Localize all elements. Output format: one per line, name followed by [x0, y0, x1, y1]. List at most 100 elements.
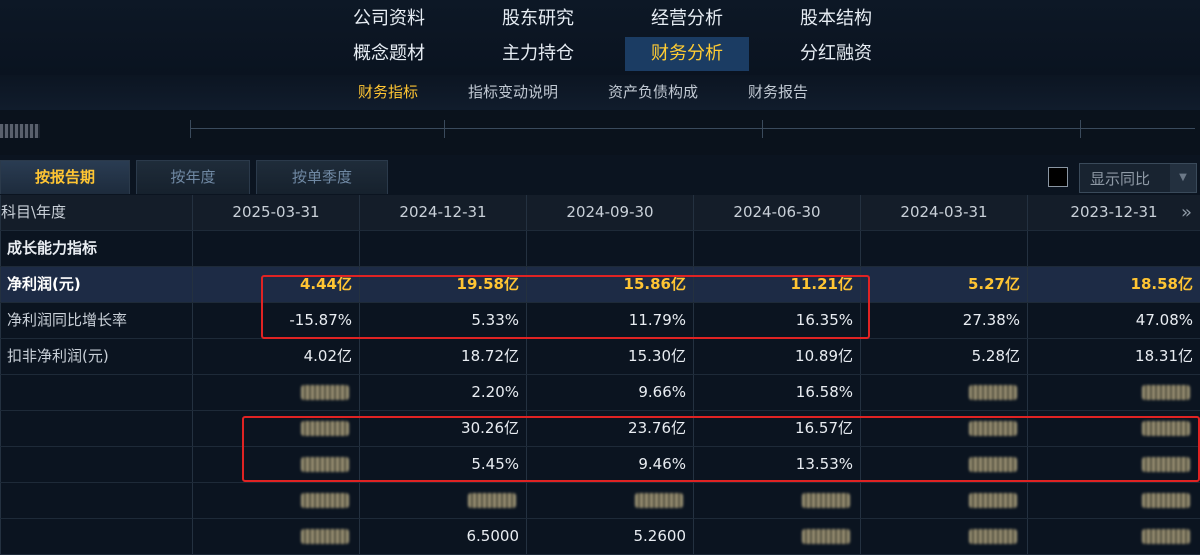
show-yoy-select[interactable]: 显示同比 ▼: [1079, 163, 1197, 193]
blurred-value: [969, 385, 1017, 400]
blurred-value: [301, 529, 349, 544]
divider: [762, 120, 763, 138]
tab-by-report-period[interactable]: 按报告期: [0, 160, 130, 194]
value-cell: [1027, 483, 1200, 518]
value-cell: [693, 483, 860, 518]
section-row: 成长能力指标: [0, 231, 1200, 267]
nav-item[interactable]: 公司资料: [327, 2, 451, 36]
nav-item[interactable]: 股东研究: [476, 2, 600, 36]
table-row: 6.5000 5.2600: [0, 519, 1200, 555]
blurred-value: [1142, 529, 1190, 544]
blurred-value: [468, 493, 516, 508]
section-title: 成长能力指标: [0, 231, 192, 266]
row-label: 扣非净利润(元): [0, 339, 192, 374]
row-label: [0, 375, 192, 410]
tab-by-quarter[interactable]: 按单季度: [256, 160, 388, 194]
row-label: [0, 519, 192, 554]
sub-navigation: 财务指标 指标变动说明 资产负债构成 财务报告: [0, 75, 1200, 110]
value-cell: 4.02亿: [192, 339, 359, 374]
nav-item[interactable]: 财务分析: [625, 37, 749, 71]
value-cell: 18.58亿: [1027, 267, 1200, 302]
nav-item[interactable]: 分红融资: [774, 37, 898, 71]
subnav-item[interactable]: 指标变动说明: [468, 75, 558, 110]
value-cell: 27.38%: [860, 303, 1027, 338]
value-cell: [359, 483, 526, 518]
empty-cell: [526, 231, 693, 266]
nav-item[interactable]: 股本结构: [774, 2, 898, 36]
blurred-value: [635, 493, 683, 508]
value-cell: [860, 519, 1027, 554]
table-row: 扣非净利润(元) 4.02亿 18.72亿 15.30亿 10.89亿 5.28亿 18.3…: [0, 339, 1200, 375]
row-label: [0, 411, 192, 446]
empty-cell: [192, 231, 359, 266]
empty-cell: [693, 231, 860, 266]
empty-cell: [359, 231, 526, 266]
value-cell: 6.5000: [359, 519, 526, 554]
table-row: [0, 483, 1200, 519]
value-cell: 10.89亿: [693, 339, 860, 374]
subnav-item[interactable]: 财务指标: [358, 75, 418, 110]
subnav-item[interactable]: 财务报告: [748, 75, 808, 110]
show-yoy-label: 显示同比: [1090, 170, 1151, 188]
value-cell: 47.08%: [1027, 303, 1200, 338]
value-cell: [860, 375, 1027, 410]
table-row: 2.20% 9.66% 16.58%: [0, 375, 1200, 411]
period-header[interactable]: 2025-03-31: [192, 195, 359, 230]
blurred-value: [802, 529, 850, 544]
value-cell: 5.28亿: [860, 339, 1027, 374]
value-cell: [192, 483, 359, 518]
row-label: [0, 447, 192, 482]
nav-item[interactable]: 主力持仓: [476, 37, 600, 71]
value-cell: 5.2600: [526, 519, 693, 554]
table-header-row: 科目\年度 2025-03-31 2024-12-31 2024-09-30 2024-…: [0, 195, 1200, 231]
row-label: 净利润(元): [0, 267, 192, 302]
value-cell: [693, 519, 860, 554]
divider: [190, 128, 1195, 129]
more-columns-icon[interactable]: »: [1181, 195, 1192, 230]
nav-item[interactable]: 概念题材: [327, 37, 451, 71]
info-strip: [0, 110, 1200, 155]
period-header[interactable]: 2024-09-30: [526, 195, 693, 230]
empty-cell: [1027, 231, 1200, 266]
divider: [444, 120, 445, 138]
blurred-value: [301, 493, 349, 508]
row-label: [0, 483, 192, 518]
blurred-value: [301, 385, 349, 400]
value-cell: 2.20%: [359, 375, 526, 410]
highlight-box: [242, 416, 1200, 482]
highlight-box: [261, 275, 870, 339]
period-header[interactable]: 2024-06-30: [693, 195, 860, 230]
blurred-value: [969, 529, 1017, 544]
blurred-value: [1142, 385, 1190, 400]
period-header[interactable]: 2023-12-31: [1027, 195, 1200, 230]
header-label: 科目\年度: [0, 195, 192, 230]
value-cell: 18.31亿: [1027, 339, 1200, 374]
nav-item[interactable]: 经营分析: [625, 2, 749, 36]
value-cell: 5.27亿: [860, 267, 1027, 302]
period-header[interactable]: 2024-03-31: [860, 195, 1027, 230]
blurred-value: [969, 493, 1017, 508]
value-cell: [1027, 519, 1200, 554]
tab-by-year[interactable]: 按年度: [136, 160, 250, 194]
subnav-item[interactable]: 资产负债构成: [608, 75, 698, 110]
top-navigation: 公司资料 股东研究 经营分析 股本结构概念题材 主力持仓 财务分析 分红融资: [0, 0, 1200, 75]
value-cell: 15.30亿: [526, 339, 693, 374]
row-label: 净利润同比增长率: [0, 303, 192, 338]
chevron-down-icon[interactable]: ▼: [1170, 164, 1196, 192]
blurred-value: [802, 493, 850, 508]
divider: [1080, 120, 1081, 138]
empty-cell: [860, 231, 1027, 266]
value-cell: [192, 375, 359, 410]
value-cell: 16.58%: [693, 375, 860, 410]
value-cell: 9.66%: [526, 375, 693, 410]
blurred-value: [1142, 493, 1190, 508]
value-cell: [1027, 375, 1200, 410]
value-cell: [192, 519, 359, 554]
show-yoy-checkbox[interactable]: [1048, 167, 1068, 187]
period-header[interactable]: 2024-12-31: [359, 195, 526, 230]
value-cell: [526, 483, 693, 518]
blurred-text: [0, 124, 40, 138]
divider: [190, 120, 191, 138]
value-cell: 18.72亿: [359, 339, 526, 374]
value-cell: [860, 483, 1027, 518]
